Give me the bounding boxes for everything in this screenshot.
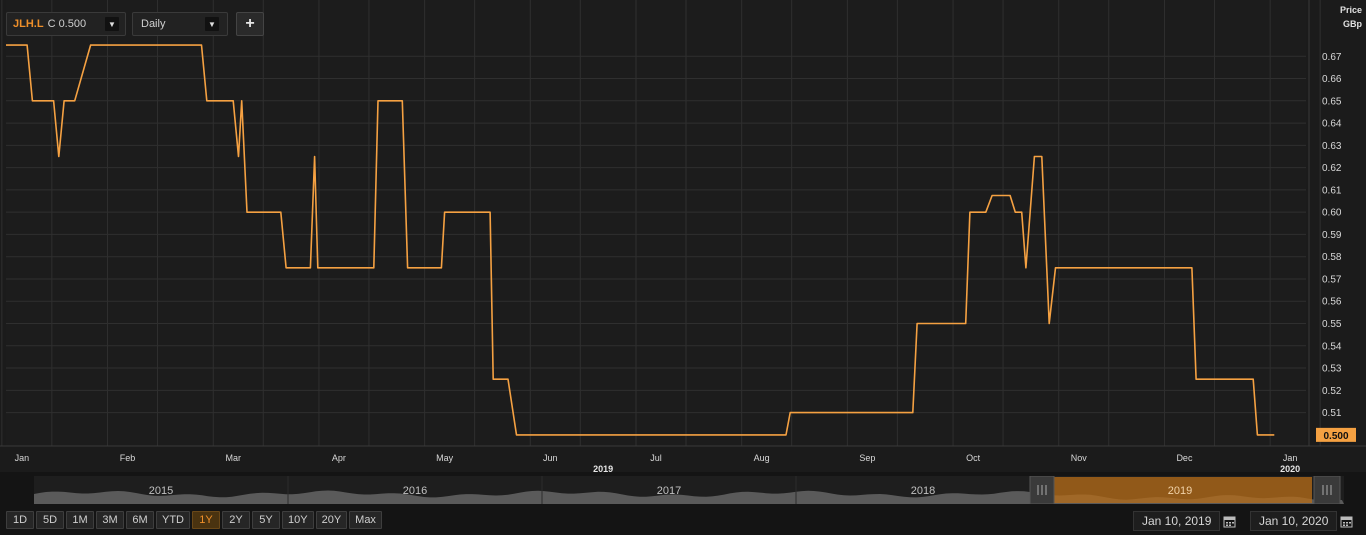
y-tick-label: 0.53 — [1322, 364, 1342, 375]
close-price-label: C 0.500 — [47, 18, 87, 30]
symbol-label: JLH.L — [13, 18, 44, 30]
symbol-selector[interactable]: JLH.L C 0.500 ▼ — [6, 12, 126, 36]
y-tick-label: 0.56 — [1322, 297, 1342, 308]
y-tick-label: 0.59 — [1322, 230, 1342, 241]
date-to-input[interactable]: Jan 10, 2020 — [1250, 511, 1338, 531]
range-button-1d[interactable]: 1D — [6, 511, 34, 529]
range-button-ytd[interactable]: YTD — [156, 511, 190, 529]
y-tick-label: 0.62 — [1322, 163, 1342, 174]
calendar-icon[interactable] — [1337, 511, 1355, 531]
price-chart[interactable]: 0.51 0.52 0.53 0.54 0.55 0.56 0.57 0.58 0.59 0.60… — [0, 0, 1366, 472]
x-tick-label: May — [436, 453, 454, 463]
y-tick-label: 0.60 — [1322, 208, 1342, 219]
date-from-input[interactable]: Jan 10, 2019 — [1133, 511, 1221, 531]
chart-panel: 0.51 0.52 0.53 0.54 0.55 0.56 0.57 0.58 0.59 0.60… — [0, 0, 1366, 472]
range-button-1m[interactable]: 1M — [66, 511, 94, 529]
range-button-2y[interactable]: 2Y — [222, 511, 250, 529]
x-tick-label: Jan — [1283, 453, 1298, 463]
range-button-6m[interactable]: 6M — [126, 511, 154, 529]
y-tick-label: 0.55 — [1322, 319, 1342, 330]
date-from-field[interactable]: Jan 10, 2019 — [1133, 511, 1238, 531]
x-tick-label: Apr — [332, 453, 346, 463]
chevron-down-icon[interactable]: ▼ — [205, 17, 219, 31]
navigator-year-label: 2019 — [1168, 485, 1192, 497]
y-tick-label: 0.66 — [1322, 74, 1342, 85]
range-button-5d[interactable]: 5D — [36, 511, 64, 529]
add-indicator-button[interactable]: + — [236, 12, 264, 36]
y-tick-label: 0.57 — [1322, 274, 1342, 285]
navigator-year-label: 2016 — [403, 485, 427, 497]
currency-axis-title: GBp — [1343, 19, 1362, 29]
x-tick-label: Sep — [859, 453, 875, 463]
range-button-bar: 1D 5D 1M 3M 6M YTD 1Y 2Y 5Y 10Y 20Y Max — [6, 511, 382, 529]
x-tick-label: Jul — [650, 453, 662, 463]
y-tick-label: 0.65 — [1322, 96, 1342, 107]
y-tick-label: 0.51 — [1322, 408, 1342, 419]
year-label: 2019 — [593, 464, 613, 472]
interval-label: Daily — [141, 18, 166, 30]
x-tick-label: Nov — [1071, 453, 1088, 463]
price-axis-title: Price — [1339, 5, 1362, 15]
interval-selector[interactable]: Daily ▼ — [132, 12, 228, 36]
x-tick-label: Dec — [1176, 453, 1193, 463]
date-to-field[interactable]: Jan 10, 2020 — [1250, 511, 1355, 531]
y-tick-label: 0.61 — [1322, 185, 1342, 196]
range-button-5y[interactable]: 5Y — [252, 511, 280, 529]
y-tick-label: 0.63 — [1322, 141, 1342, 152]
plot-area — [6, 0, 1306, 446]
x-tick-label: Feb — [120, 453, 136, 463]
navigator-year-label: 2015 — [149, 485, 173, 497]
range-button-10y[interactable]: 10Y — [282, 511, 314, 529]
last-value-label: 0.500 — [1323, 431, 1348, 442]
range-button-max[interactable]: Max — [349, 511, 382, 529]
navigator-year-label: 2018 — [911, 485, 935, 497]
x-tick-label: Mar — [225, 453, 241, 463]
year-label: 2020 — [1280, 464, 1300, 472]
chevron-down-icon[interactable]: ▼ — [105, 17, 119, 31]
y-tick-label: 0.58 — [1322, 252, 1342, 263]
x-tick-label: Jan — [15, 453, 30, 463]
range-button-20y[interactable]: 20Y — [315, 511, 348, 529]
calendar-icon[interactable] — [1220, 511, 1238, 531]
navigator-svg[interactable]: 2015 2016 2017 2018 2019 — [34, 475, 1344, 505]
range-button-1y[interactable]: 1Y — [192, 511, 220, 529]
y-tick-label: 0.52 — [1322, 386, 1342, 397]
y-tick-label: 0.54 — [1322, 341, 1342, 352]
y-tick-label: 0.67 — [1322, 52, 1342, 63]
x-tick-label: Jun — [543, 453, 558, 463]
x-tick-label: Oct — [966, 453, 981, 463]
navigator-year-label: 2017 — [657, 485, 681, 497]
navigator[interactable]: 2015 2016 2017 2018 2019 — [34, 475, 1344, 505]
y-tick-label: 0.64 — [1322, 119, 1342, 130]
x-tick-label: Aug — [754, 453, 770, 463]
range-button-3m[interactable]: 3M — [96, 511, 124, 529]
